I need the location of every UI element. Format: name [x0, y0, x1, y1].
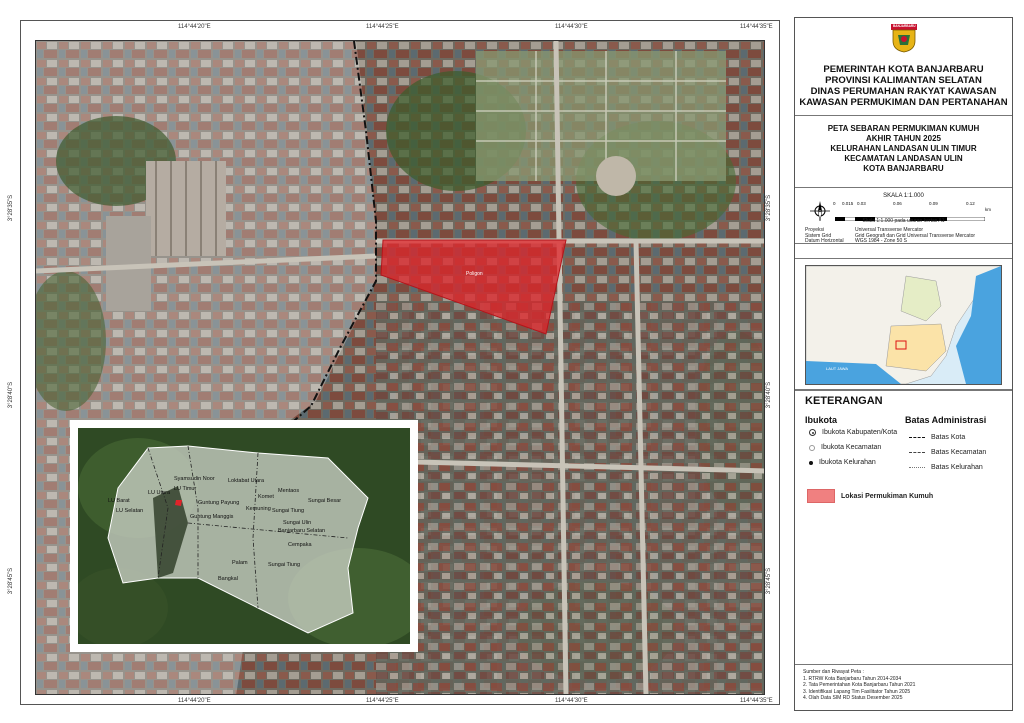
- org-line-3: DINAS PERUMAHAN RAKYAT KAWASAN: [810, 86, 997, 97]
- scale-note: Skala 1:1.000 pada ukuran kertas A1: [862, 218, 945, 224]
- subtitle-line-3: KOTA BANJARBARU: [863, 164, 944, 173]
- legend: KETERANGAN Ibukota Batas Administrasi Ib…: [795, 390, 1012, 511]
- projection-info: Proyeksi Universal Transverse Mercator Si…: [805, 227, 975, 245]
- coord-left-2: 3°28'40"S: [8, 381, 15, 409]
- polygon-label: Poligon: [466, 271, 483, 277]
- legend-batas-heading: Batas Administrasi: [905, 415, 987, 425]
- coord-bottom-3: 114°44'30"E: [555, 698, 588, 704]
- org-line-2: PROVINSI KALIMANTAN SELATAN: [825, 75, 982, 86]
- inset-label-12: Mentaos: [278, 488, 300, 494]
- coord-bottom-4: 114°44'35"E: [740, 698, 773, 704]
- coord-top-1: 114°44'20"E: [178, 24, 211, 30]
- org-line-4: KAWASAN PERMUKIMAN DAN PERTANAHAN: [799, 97, 1008, 108]
- map-title: PETA SEBARAN PERMUKIMAN KUMUH AKHIR TAHU…: [795, 124, 1012, 174]
- inset-label-10: Loktabat Utara: [228, 478, 265, 484]
- inset-label-8: Sungai Tiung: [272, 508, 305, 514]
- legend-batas-kelurahan: Batas Kelurahan: [909, 464, 983, 471]
- inset-label-16: Cempaka: [288, 542, 312, 548]
- source-line-4: 4. Olah Data SIM RD Status Desember 2025: [803, 695, 903, 701]
- scale-value: 1:1.000: [903, 193, 924, 199]
- subtitle-line-1: KELURAHAN LANDASAN ULIN TIMUR: [830, 144, 977, 153]
- inset-label-3: Syamsudin Noor: [174, 476, 215, 482]
- inset-label-5: LU Selatan: [116, 508, 144, 514]
- coord-right-1: 3°28'35"S: [766, 194, 773, 222]
- inset-label-4: LU Timur: [174, 486, 197, 492]
- legend-ibukota-kecamatan-label: Ibukota Kecamatan: [821, 444, 882, 451]
- legend-slum: Lokasi Permukiman Kumuh: [807, 489, 933, 503]
- dashdot-line-icon: [909, 452, 925, 453]
- scale-tick-3: 0.06: [893, 201, 902, 206]
- legend-heading: KETERANGAN: [805, 395, 883, 407]
- coord-left-3: 3°28'45"S: [8, 567, 15, 595]
- map-title-block: PETA SEBARAN PERMUKIMAN KUMUH AKHIR TAHU…: [795, 116, 1012, 188]
- legend-batas-kota-label: Batas Kota: [931, 434, 966, 441]
- city-logo: BANJARBARU: [890, 23, 918, 53]
- scale-label: SKALA: [883, 193, 903, 199]
- legend-batas-kecamatan-label: Batas Kecamatan: [931, 449, 987, 456]
- title-line-1: PETA SEBARAN PERMUKIMAN KUMUH: [827, 124, 980, 133]
- inset-label-6: Guntung Payung: [198, 500, 240, 506]
- inset-map: LU Barat LU Utara Syamsudin Noor LU Timu…: [70, 420, 418, 652]
- overview-map-block: LAUT JAWA: [795, 258, 1012, 390]
- inset-label-2: LU Utara: [148, 490, 171, 496]
- inset-label-11: Komet: [258, 494, 274, 500]
- scale-block: SKALA 1:1.000 0 0.015 0.03 0.06 0.09 0.1…: [795, 188, 1012, 244]
- proj-key-3: Datum Horizontal: [805, 238, 844, 244]
- scale-tick-2: 0.03: [857, 201, 866, 206]
- legend-batas-kecamatan: Batas Kecamatan: [909, 449, 986, 456]
- legend-batas-kota: Batas Kota: [909, 434, 965, 441]
- scale-tick-5: 0.12: [966, 201, 975, 206]
- coord-top-2: 114°44'25"E: [366, 24, 399, 30]
- overview-sea-label: LAUT JAWA: [826, 366, 849, 371]
- circle-icon: [809, 444, 815, 451]
- overview-map: LAUT JAWA: [805, 265, 1002, 385]
- coord-top-4: 114°44'35"E: [740, 24, 773, 30]
- legend-ibukota-kota-label: Ibukota Kabupaten/Kota: [822, 429, 898, 436]
- scale-tick-1: 0.015: [842, 201, 854, 206]
- legend-ibukota-kota: Ibukota Kabupaten/Kota: [809, 429, 897, 436]
- scale-bar: [834, 208, 986, 222]
- dotted-line-icon: [909, 467, 925, 468]
- scale-heading: SKALA 1:1.000: [795, 193, 1012, 199]
- scale-tick-4: 0.09: [929, 201, 938, 206]
- proj-val-3: WGS 1984 - Zone 50 S: [855, 238, 907, 244]
- coord-top-3: 114°44'30"E: [555, 24, 588, 30]
- org-header: BANJARBARU PEMERINTAH KOTA BANJARBARU PR…: [795, 18, 1012, 116]
- inset-label-9: Sungai Ulin: [283, 520, 312, 526]
- coord-bottom-1: 114°44'20"E: [178, 698, 211, 704]
- org-line-1: PEMERINTAH KOTA BANJARBARU: [823, 64, 984, 75]
- coord-right-3: 3°28'45"S: [766, 567, 773, 595]
- scale-unit: km: [985, 207, 991, 212]
- scale-tick-0: 0: [833, 201, 836, 206]
- legend-ibukota-kecamatan: Ibukota Kecamatan: [809, 444, 881, 451]
- info-panel: BANJARBARU PEMERINTAH KOTA BANJARBARU PR…: [794, 17, 1013, 711]
- coord-right-2: 3°28'40"S: [766, 381, 773, 409]
- inset-label-18: Bangkal: [218, 576, 238, 582]
- inset-label-14: Sungai Besar: [308, 498, 342, 504]
- legend-batas-kelurahan-label: Batas Kelurahan: [931, 464, 983, 471]
- inset-label-13: Kemuning: [246, 506, 271, 512]
- slum-swatch: [807, 489, 835, 503]
- dot-icon: [809, 460, 813, 465]
- subtitle-line-2: KECAMATAN LANDASAN ULIN: [844, 154, 963, 163]
- coord-left-1: 3°28'35"S: [8, 194, 15, 222]
- legend-ibukota-kelurahan-label: Ibukota Kelurahan: [819, 459, 876, 466]
- org-title: PEMERINTAH KOTA BANJARBARU PROVINSI KALI…: [795, 64, 1012, 108]
- target-icon: [809, 429, 816, 436]
- coord-bottom-2: 114°44'25"E: [366, 698, 399, 704]
- legend-slum-label: Lokasi Permukiman Kumuh: [841, 492, 934, 500]
- dash-line-icon: [909, 437, 925, 438]
- inset-label-15: Banjarbaru Selatan: [278, 528, 326, 534]
- inset-label-19: Sungai Tiung: [268, 562, 301, 568]
- title-line-2: AKHIR TAHUN 2025: [866, 134, 941, 143]
- legend-ibukota-heading: Ibukota: [805, 415, 838, 425]
- inset-label-17: Palam: [232, 560, 248, 566]
- legend-ibukota-kelurahan: Ibukota Kelurahan: [809, 459, 876, 466]
- sources: Sumber dan Riwayat Peta : 1. RTRW Kota B…: [795, 664, 1012, 710]
- logo-text: BANJARBARU: [893, 24, 916, 28]
- inset-label-7: Guntung Manggis: [190, 514, 234, 520]
- inset-label-1: LU Barat: [108, 498, 130, 504]
